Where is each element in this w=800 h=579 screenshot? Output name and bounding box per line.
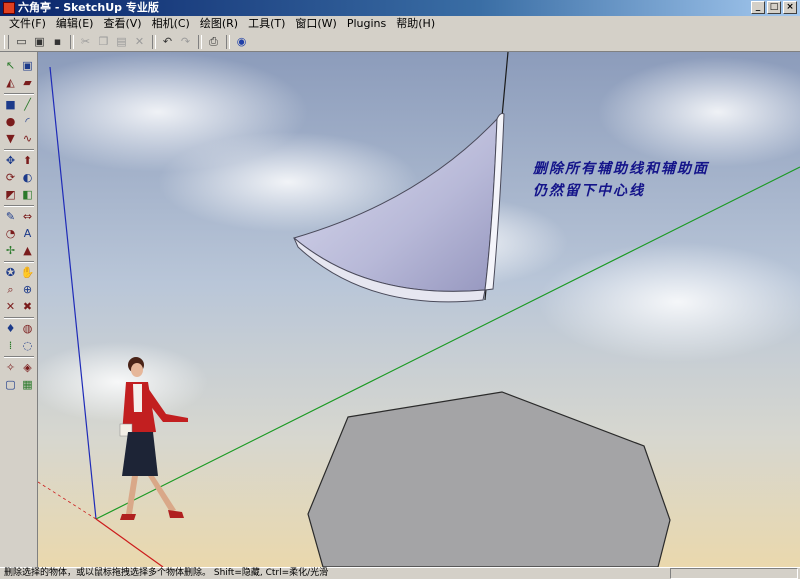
toolbar-separator <box>152 34 156 49</box>
line-icon[interactable]: ╱ <box>20 97 35 112</box>
menu-tools[interactable]: 工具(T) <box>243 16 290 32</box>
open-icon[interactable]: ▣ <box>31 34 48 50</box>
tool-palette: ↖ ▣ ◭ ▰ ■ ╱ ● ◜ ▼ ∿ ✥ ⬆ ⟳ ◐ ◩ ◧ ✎ ⇔ ◔ A ✢ ▲ ✪ ✋ ⌕ ⊕ ✕ ✖ ♦ ◍ ⁞ ◌ ✧ ◈ ▢ ▦ <box>0 52 38 567</box>
sandbox-icon[interactable]: ✧ <box>3 360 18 375</box>
menu-file[interactable]: 文件(F) <box>4 16 51 32</box>
orbit-icon[interactable]: ✪ <box>3 265 18 280</box>
redo-icon[interactable]: ↷ <box>177 34 194 50</box>
make-component-icon[interactable]: ▣ <box>20 58 35 73</box>
toolbar-separator <box>198 34 202 49</box>
undo-icon[interactable]: ↶ <box>159 34 176 50</box>
protractor-icon[interactable]: ◔ <box>3 226 18 241</box>
zoom-icon[interactable]: ⌕ <box>3 282 18 297</box>
tool-separator <box>4 261 34 263</box>
move-icon[interactable]: ✥ <box>3 153 18 168</box>
title-bar: 六角亭 - SketchUp 专业版 _ □ × <box>0 0 800 16</box>
minimize-button[interactable]: _ <box>751 1 765 14</box>
tool-separator <box>4 356 34 358</box>
look-around-icon[interactable]: ⁞ <box>3 338 18 353</box>
axes-icon[interactable]: ✢ <box>3 243 18 258</box>
eraser-icon[interactable]: ▰ <box>20 75 35 90</box>
dimension-icon[interactable]: ⇔ <box>20 209 35 224</box>
menu-view[interactable]: 查看(V) <box>98 16 146 32</box>
standard-toolbar: ▭ ▣ ▪ ✂ ❐ ▤ ✕ ↶ ↷ ⎙ ◉ <box>0 32 800 52</box>
tool-separator <box>4 149 34 151</box>
menu-draw[interactable]: 绘图(R) <box>195 16 243 32</box>
menu-window[interactable]: 窗口(W) <box>290 16 341 32</box>
stamp-icon[interactable]: ▦ <box>20 377 35 392</box>
select-icon[interactable]: ↖ <box>3 58 18 73</box>
smoove-icon[interactable]: ▢ <box>3 377 18 392</box>
circle-icon[interactable]: ● <box>3 114 18 129</box>
follow-me-icon[interactable]: ◐ <box>20 170 35 185</box>
menu-bar: 文件(F) 编辑(E) 查看(V) 相机(C) 绘图(R) 工具(T) 窗口(W… <box>0 16 800 32</box>
scale-icon[interactable]: ◩ <box>3 187 18 202</box>
tool-separator <box>4 317 34 319</box>
new-icon[interactable]: ▭ <box>13 34 30 50</box>
tool-separator <box>4 205 34 207</box>
previous-view-icon[interactable]: ✕ <box>3 299 18 314</box>
tool-separator <box>4 93 34 95</box>
menu-plugins[interactable]: Plugins <box>342 16 391 32</box>
push-pull-icon[interactable]: ⬆ <box>20 153 35 168</box>
window-controls: _ □ × <box>751 1 797 14</box>
maximize-button[interactable]: □ <box>767 1 781 14</box>
print-icon[interactable]: ⎙ <box>205 34 222 50</box>
terrain-icon[interactable]: ◈ <box>20 360 35 375</box>
zoom-extents-icon[interactable]: ✖ <box>20 299 35 314</box>
freehand-icon[interactable]: ∿ <box>20 131 35 146</box>
annotation-line-1: 删除所有辅助线和辅助面 <box>533 161 709 177</box>
window-title: 六角亭 - SketchUp 专业版 <box>18 1 159 14</box>
rectangle-icon[interactable]: ■ <box>3 97 18 112</box>
position-camera-icon[interactable]: ♦ <box>3 321 18 336</box>
arc-icon[interactable]: ◜ <box>20 114 35 129</box>
cut-icon[interactable]: ✂ <box>77 34 94 50</box>
toolbar-grip[interactable] <box>4 34 9 49</box>
menu-help[interactable]: 帮助(H) <box>391 16 440 32</box>
3d-text-icon[interactable]: ▲ <box>20 243 35 258</box>
save-icon[interactable]: ▪ <box>49 34 66 50</box>
toolbar-separator <box>70 34 74 49</box>
erase-icon[interactable]: ✕ <box>131 34 148 50</box>
annotation-line-2: 仍然留下中心线 <box>533 183 645 199</box>
close-button[interactable]: × <box>783 1 797 14</box>
copy-icon[interactable]: ❐ <box>95 34 112 50</box>
tape-measure-icon[interactable]: ✎ <box>3 209 18 224</box>
section-plane-icon[interactable]: ◌ <box>20 338 35 353</box>
model-info-icon[interactable]: ◉ <box>233 34 250 50</box>
toolbar-separator <box>226 34 230 49</box>
menu-camera[interactable]: 相机(C) <box>147 16 195 32</box>
measurements-box[interactable] <box>670 568 798 579</box>
menu-edit[interactable]: 编辑(E) <box>51 16 99 32</box>
paste-icon[interactable]: ▤ <box>113 34 130 50</box>
zoom-window-icon[interactable]: ⊕ <box>20 282 35 297</box>
rotate-icon[interactable]: ⟳ <box>3 170 18 185</box>
text-icon[interactable]: A <box>20 226 35 241</box>
viewport-canvas <box>38 52 800 567</box>
paint-bucket-icon[interactable]: ◭ <box>3 75 18 90</box>
status-message: 删除选择的物体，或以鼠标拖拽选择多个物体删除。 Shift=隐藏, Ctrl=柔… <box>4 568 329 578</box>
app-icon[interactable] <box>3 2 15 14</box>
status-bar: 删除选择的物体，或以鼠标拖拽选择多个物体删除。 Shift=隐藏, Ctrl=柔… <box>0 567 800 579</box>
drawing-viewport[interactable]: 删除所有辅助线和辅助面 仍然留下中心线 <box>38 52 800 567</box>
walk-icon[interactable]: ◍ <box>20 321 35 336</box>
offset-icon[interactable]: ◧ <box>20 187 35 202</box>
polygon-icon[interactable]: ▼ <box>3 131 18 146</box>
pan-icon[interactable]: ✋ <box>20 265 35 280</box>
